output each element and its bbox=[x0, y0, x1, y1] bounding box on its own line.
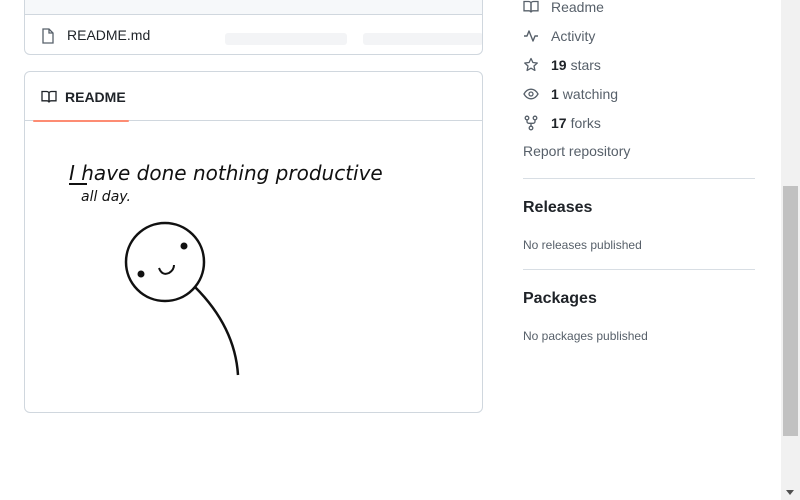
commit-date-placeholder bbox=[363, 33, 482, 45]
sidebar-activity-label: Activity bbox=[551, 28, 596, 44]
file-name-link[interactable]: README.md bbox=[67, 27, 150, 43]
packages-empty-note: No packages published bbox=[523, 329, 648, 343]
file-icon bbox=[41, 28, 55, 49]
stars-count: 19 bbox=[551, 57, 567, 73]
page-scrollbar[interactable] bbox=[781, 0, 800, 500]
forks-count: 17 bbox=[551, 115, 567, 131]
scrollbar-thumb[interactable] bbox=[783, 186, 798, 436]
readme-panel: README I have done nothing productive al… bbox=[24, 71, 483, 413]
stars-label: stars bbox=[570, 57, 601, 73]
eye-icon bbox=[523, 86, 539, 102]
star-icon bbox=[523, 57, 539, 73]
packages-heading[interactable]: Packages bbox=[523, 290, 597, 308]
watching-label: watching bbox=[562, 86, 619, 102]
sidebar-watching-link[interactable]: 1 watching bbox=[523, 84, 618, 104]
book-icon bbox=[41, 90, 57, 109]
sidebar-stars-link[interactable]: 19 stars bbox=[523, 55, 601, 75]
commit-message-placeholder bbox=[225, 33, 347, 45]
readme-image: I have done nothing productive all day. bbox=[69, 161, 383, 376]
pulse-icon bbox=[523, 28, 539, 44]
watching-count: 1 bbox=[551, 86, 559, 102]
report-repository-link[interactable]: Report repository bbox=[523, 143, 630, 159]
releases-empty-note: No releases published bbox=[523, 238, 642, 252]
sidebar-activity-link[interactable]: Activity bbox=[523, 26, 595, 46]
tab-readme-label: README bbox=[65, 89, 126, 105]
book-icon bbox=[523, 0, 539, 15]
sidebar-divider bbox=[523, 269, 755, 270]
file-list: README.md bbox=[24, 0, 483, 55]
file-row-readme[interactable]: README.md bbox=[25, 15, 482, 54]
image-text-line1: I have done nothing productive bbox=[69, 161, 383, 185]
forks-label: forks bbox=[570, 115, 601, 131]
sidebar-readme-label: Readme bbox=[551, 0, 604, 15]
readme-header: README bbox=[25, 72, 482, 122]
sidebar-readme-link[interactable]: Readme bbox=[523, 0, 604, 17]
drawing-body bbox=[194, 286, 240, 376]
releases-heading[interactable]: Releases bbox=[523, 199, 592, 217]
tab-readme[interactable]: README bbox=[33, 72, 129, 122]
drawing-head bbox=[124, 221, 206, 303]
tab-active-underline bbox=[33, 120, 129, 122]
scroll-down-arrow-icon[interactable] bbox=[786, 490, 794, 495]
fork-icon bbox=[523, 115, 539, 131]
image-text-line2: all day. bbox=[81, 189, 131, 205]
file-list-header bbox=[25, 0, 482, 15]
sidebar-divider bbox=[523, 178, 755, 179]
sidebar-forks-link[interactable]: 17 forks bbox=[523, 113, 601, 133]
